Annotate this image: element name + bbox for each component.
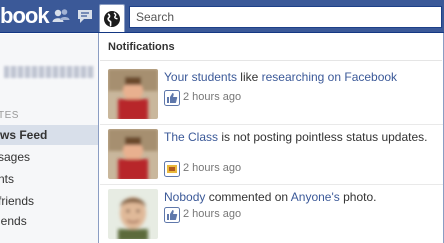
profile-name-blurred[interactable] <box>4 66 94 78</box>
search-input[interactable] <box>130 7 441 27</box>
facebook-logo[interactable]: book <box>0 3 50 29</box>
logo-text: book <box>0 3 50 28</box>
notification-text: The Class is not posting pointless statu… <box>164 130 439 145</box>
sidebar-item-events[interactable]: nts <box>0 169 98 189</box>
notification-text: Nobody commented on Anyone's photo. <box>164 190 439 205</box>
notification-item[interactable]: Your students like researching on Facebo… <box>100 65 443 121</box>
sidebar-item-find-friends[interactable]: friends <box>0 191 98 211</box>
messages-icon[interactable] <box>76 6 96 26</box>
notification-object-link[interactable]: researching on Facebook <box>262 70 397 84</box>
notification-verb: commented on <box>205 190 291 204</box>
notification-verb: is not posting pointless status updates. <box>218 130 428 144</box>
notification-object-link[interactable]: Anyone's <box>291 190 340 204</box>
notification-item[interactable]: The Class is not posting pointless statu… <box>100 125 443 181</box>
notification-verb: like <box>236 70 262 84</box>
sidebar-item-messages[interactable]: sages <box>0 147 98 167</box>
notification-thumbnail <box>108 189 158 239</box>
notification-suffix: photo. <box>339 190 377 204</box>
notification-text: Your students like researching on Facebo… <box>164 70 439 85</box>
notification-timestamp: 2 hours ago <box>183 91 242 103</box>
left-sidebar: TES ws Feed sages nts friends iends <box>0 34 98 243</box>
notification-thumbnail <box>108 69 158 119</box>
notification-timestamp: 2 hours ago <box>183 162 242 174</box>
sidebar-item-friends[interactable]: iends <box>0 211 98 231</box>
status-update-icon <box>164 161 180 177</box>
sidebar-section-favorites: TES <box>0 110 19 121</box>
notification-timestamp: 2 hours ago <box>183 208 242 220</box>
like-thumb-icon <box>164 207 180 223</box>
top-bar: book <box>0 0 444 33</box>
flyout-title: Notifications <box>108 41 175 53</box>
notifications-flyout: Notifications Your students like researc… <box>98 33 444 243</box>
friend-requests-icon[interactable] <box>51 6 71 26</box>
divider <box>100 60 442 61</box>
like-thumb-icon <box>164 90 180 106</box>
notification-actor-link[interactable]: Your students <box>164 70 237 84</box>
notification-item[interactable]: Nobody commented on Anyone's photo. 2 ho… <box>100 185 443 241</box>
sidebar-item-news-feed[interactable]: ws Feed <box>0 125 98 145</box>
search-box <box>129 6 442 28</box>
notification-actor-link[interactable]: Nobody <box>164 190 205 204</box>
notification-actor-link[interactable]: The Class <box>164 130 218 144</box>
notification-thumbnail <box>108 129 158 179</box>
notifications-globe-icon[interactable] <box>99 4 125 32</box>
